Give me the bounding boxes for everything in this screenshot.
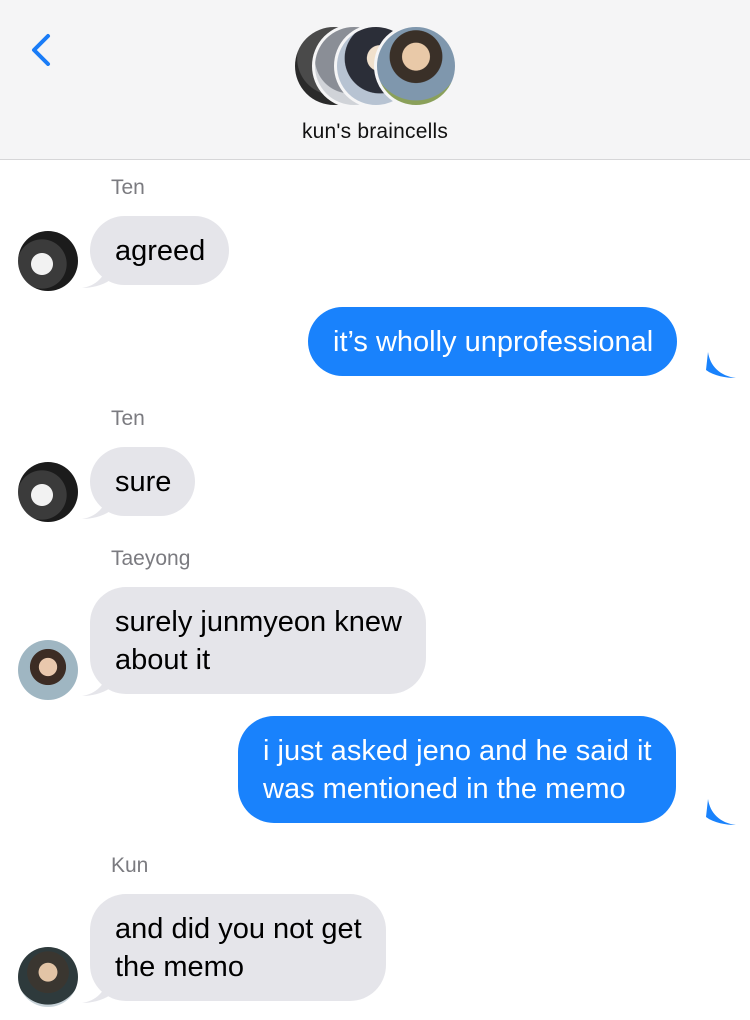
message-bubble-received[interactable]: agreed (90, 216, 230, 285)
sender-name: Kun (111, 854, 149, 877)
sender-name: Taeyong (111, 547, 191, 570)
message-bubble-sent[interactable]: it’s wholly unprofessional (308, 307, 678, 376)
avatar[interactable] (18, 462, 78, 522)
bubble-tail (706, 352, 736, 378)
group-avatars[interactable] (292, 24, 462, 108)
message-bubble-received[interactable]: and did you not get the memo (90, 894, 386, 1001)
conversation-header: kun's braincells (0, 0, 750, 160)
message-bubble-sent[interactable]: i just asked jeno and he said it was men… (238, 716, 676, 823)
avatar[interactable] (18, 640, 78, 700)
sender-name: Ten (111, 176, 145, 199)
message-bubble-received[interactable]: sure (90, 447, 196, 516)
message-bubble-received[interactable]: surely junmyeon knew about it (90, 587, 426, 694)
bubble-tail (706, 799, 736, 825)
group-avatar-4 (374, 24, 458, 108)
sender-name: Ten (111, 407, 145, 430)
avatar[interactable] (18, 231, 78, 291)
chat-title[interactable]: kun's braincells (0, 120, 750, 144)
chevron-left-icon[interactable] (22, 30, 58, 66)
avatar[interactable] (18, 947, 78, 1007)
